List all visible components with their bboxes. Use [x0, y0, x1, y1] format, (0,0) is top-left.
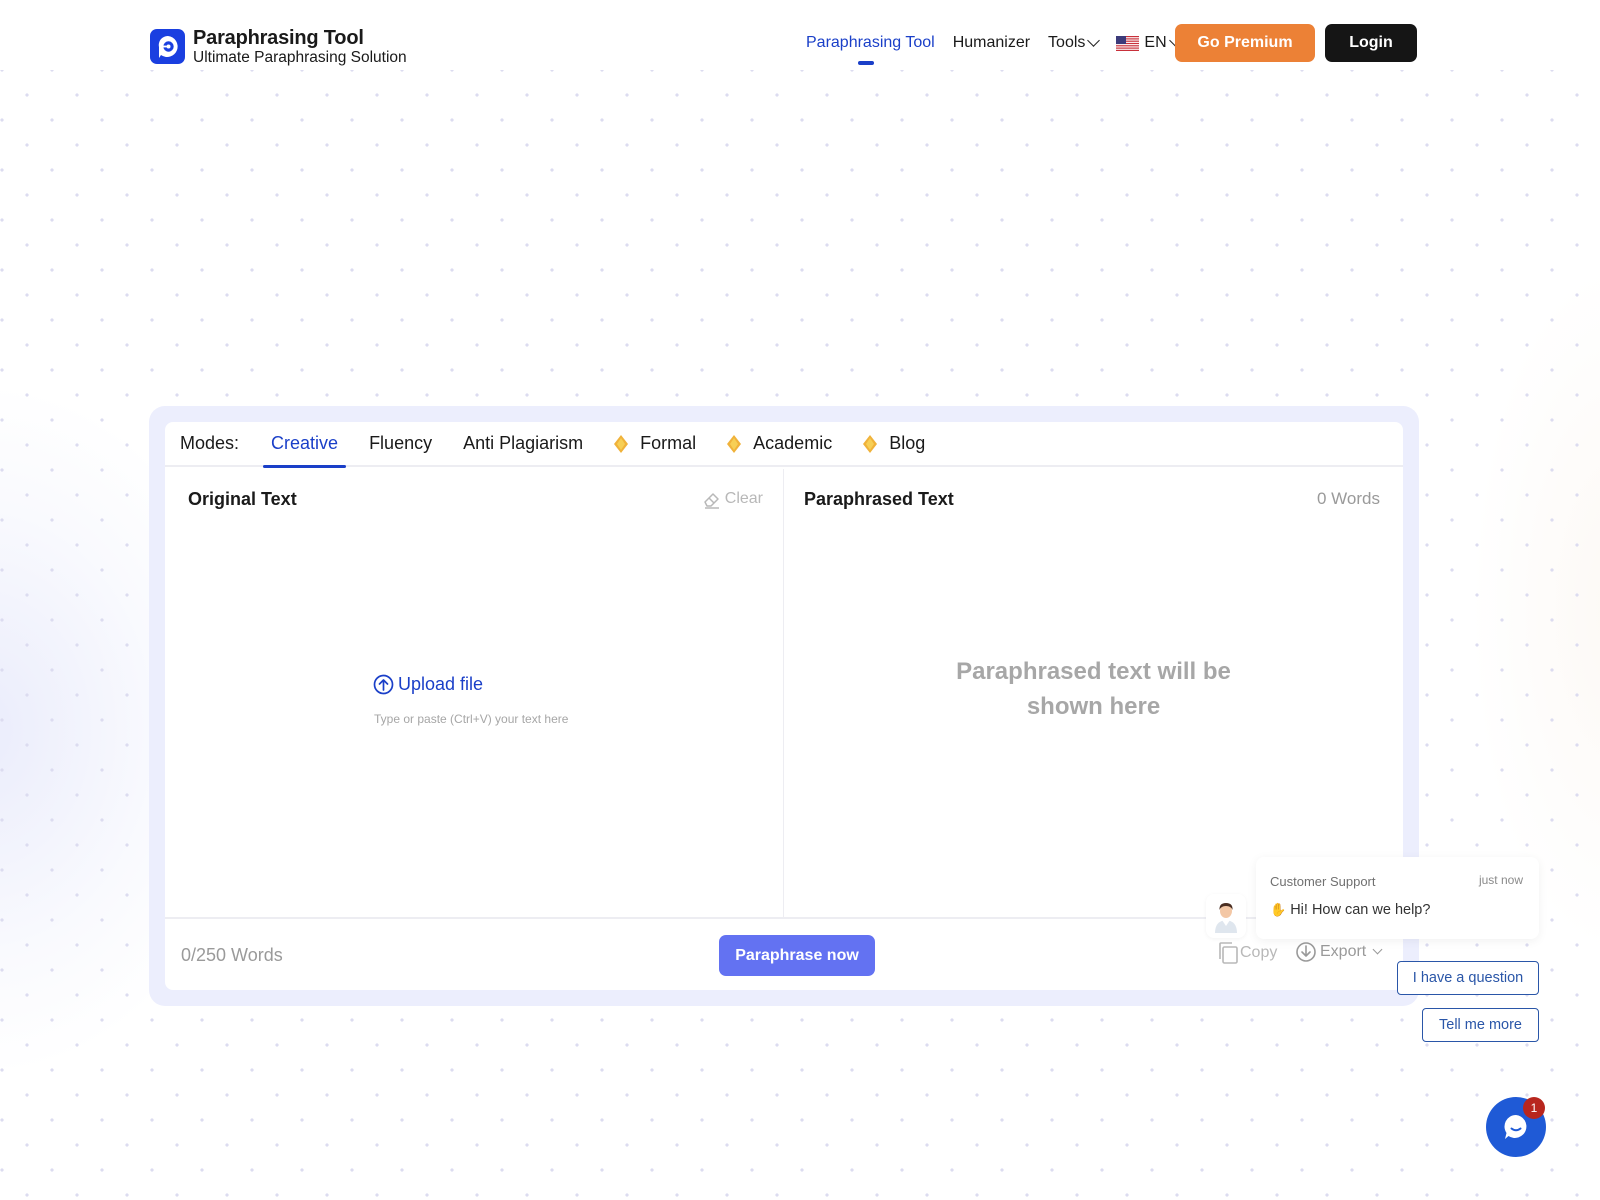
chat-message: ✋ Hi! How can we help?	[1270, 902, 1430, 918]
output-placeholder: Paraphrased text will be shown here	[784, 654, 1403, 724]
paraphrased-text-panel: Paraphrased Text 0 Words Paraphrased tex…	[784, 469, 1403, 919]
mode-tab-label: Formal	[640, 433, 697, 453]
output-placeholder-line: shown here	[1026, 693, 1161, 720]
export-label: Export	[1320, 943, 1367, 960]
waving-hand-icon: ✋	[1270, 902, 1287, 917]
quick-reply-question[interactable]: I have a question	[1397, 961, 1539, 995]
mode-tab-creative[interactable]: Creative	[263, 421, 347, 468]
chat-message-bubble[interactable]: Customer Support just now ✋ Hi! How can …	[1256, 857, 1539, 939]
upload-file-button[interactable]: Upload file	[373, 674, 483, 695]
nav-tools-label: Tools	[1048, 34, 1086, 51]
output-word-count: 0 Words	[1317, 489, 1380, 508]
go-premium-button[interactable]: Go Premium	[1175, 24, 1315, 62]
copy-label: Copy	[1240, 944, 1278, 961]
mode-tab-label: Creative	[271, 433, 339, 453]
premium-diamond-icon	[863, 434, 878, 453]
logo-icon	[150, 29, 185, 65]
clear-label: Clear	[724, 490, 763, 507]
mode-tab-label: Fluency	[369, 433, 433, 453]
mode-tab-label: Academic	[753, 433, 833, 453]
copy-icon	[1219, 942, 1238, 964]
mode-tab-formal[interactable]: Formal	[614, 421, 696, 466]
unread-badge: 1	[1523, 1097, 1545, 1119]
export-dropdown[interactable]: Export	[1295, 941, 1383, 963]
mode-tab-label: Blog	[889, 433, 926, 453]
quick-reply-tell-more[interactable]: Tell me more	[1422, 1008, 1539, 1042]
support-agent-avatar	[1206, 894, 1246, 938]
clear-button[interactable]: Clear	[702, 489, 763, 509]
nav-tools-dropdown[interactable]: Tools	[1048, 34, 1101, 52]
chevron-down-icon	[1087, 34, 1101, 47]
modes-label: Modes:	[180, 433, 240, 453]
input-placeholder: Type or paste (Ctrl+V) your text here	[374, 712, 569, 726]
modes-bar: Modes: Creative Fluency Anti Plagiarism …	[165, 421, 1403, 468]
mode-tab-blog[interactable]: Blog	[863, 421, 925, 466]
site-header: Paraphrasing Tool Ultimate Paraphrasing …	[0, 0, 1600, 88]
copy-button[interactable]: Copy	[1218, 941, 1277, 965]
original-text-title: Original Text	[188, 489, 297, 509]
editor-panels: Original Text Clear Upload file Type or …	[165, 469, 1403, 919]
input-word-limit: 0/250 Words	[181, 945, 283, 965]
eraser-icon	[704, 493, 719, 509]
logo-title: Paraphrasing Tool	[193, 27, 364, 49]
us-flag-icon	[1116, 35, 1140, 51]
chat-timestamp: just now	[1478, 873, 1523, 887]
nav-paraphrasing-tool[interactable]: Paraphrasing Tool	[806, 34, 935, 65]
chat-message-text: Hi! How can we help?	[1290, 902, 1431, 918]
paraphrased-text-title: Paraphrased Text	[804, 489, 954, 509]
mode-tab-academic[interactable]: Academic	[727, 421, 832, 466]
login-button[interactable]: Login	[1325, 24, 1417, 62]
language-selector[interactable]: EN	[1116, 34, 1182, 52]
upload-file-label: Upload file	[398, 674, 484, 694]
main-nav: Paraphrasing Tool Humanizer Tools EN	[806, 24, 1198, 65]
logo[interactable]: Paraphrasing Tool Ultimate Paraphrasing …	[150, 28, 407, 66]
paraphrase-now-button[interactable]: Paraphrase now	[719, 935, 875, 976]
mode-tab-fluency[interactable]: Fluency	[369, 421, 432, 466]
download-icon	[1296, 942, 1316, 962]
chat-agent-name: Customer Support	[1270, 874, 1376, 889]
premium-diamond-icon	[727, 434, 742, 453]
language-label: EN	[1144, 34, 1167, 51]
agent-avatar-icon	[1215, 903, 1237, 933]
logo-subtitle: Ultimate Paraphrasing Solution	[193, 49, 407, 66]
original-text-panel[interactable]: Original Text Clear Upload file Type or …	[165, 469, 784, 919]
chevron-down-icon	[1372, 944, 1383, 955]
upload-icon	[373, 674, 394, 695]
mode-tab-label: Anti Plagiarism	[463, 433, 584, 453]
output-placeholder-line: Paraphrased text will be	[956, 658, 1231, 685]
mode-tab-anti-plagiarism[interactable]: Anti Plagiarism	[463, 421, 583, 466]
premium-diamond-icon	[614, 434, 629, 453]
nav-humanizer[interactable]: Humanizer	[953, 34, 1030, 52]
